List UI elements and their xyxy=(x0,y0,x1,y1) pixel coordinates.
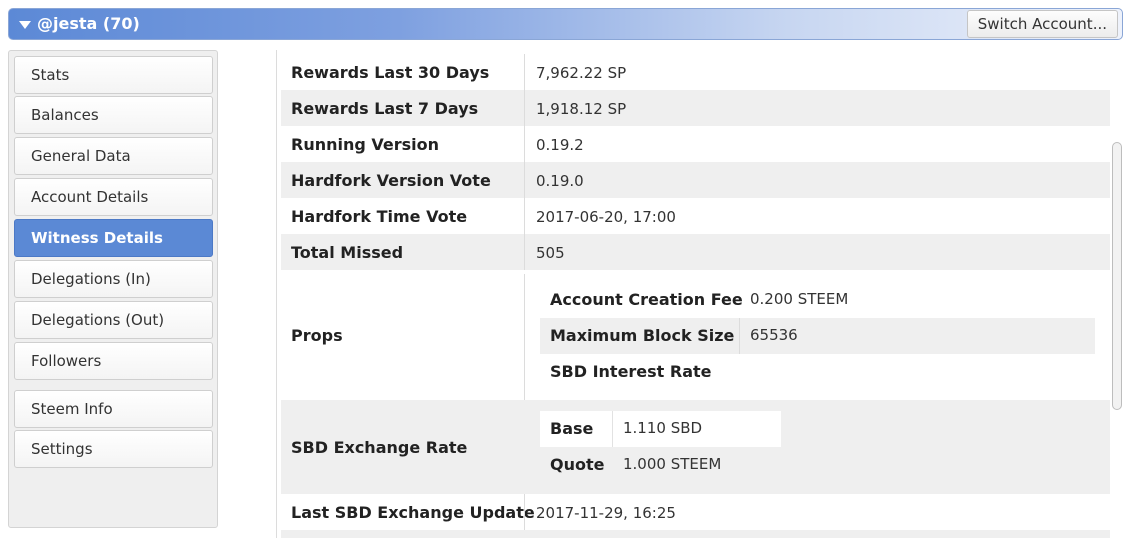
sbd-key: Quote xyxy=(550,455,605,474)
account-name[interactable]: @jesta (70) xyxy=(37,14,140,33)
row-value: 505 xyxy=(536,244,565,262)
row-value: 0.19.0 xyxy=(536,172,584,190)
sidebar-item-delegations-in[interactable]: Delegations (In) xyxy=(14,260,213,298)
sidebar-nav: Stats Balances General Data Account Deta… xyxy=(8,50,218,528)
table-row: Rewards Last 7 Days 1,918.12 SP xyxy=(281,90,1110,126)
row-label: Last SBD Exchange Update xyxy=(291,503,535,522)
row-value: 0.19.2 xyxy=(536,136,584,154)
sidebar-item-balances[interactable]: Balances xyxy=(14,96,213,134)
props-row: Props Account Creation Fee 0.200 STEEM M… xyxy=(281,274,1110,400)
sidebar-item-settings[interactable]: Settings xyxy=(14,430,213,468)
table-row xyxy=(281,530,1110,538)
props-value: 65536 xyxy=(750,326,798,344)
row-value: 2017-11-29, 16:25 xyxy=(536,504,676,522)
sbd-exchange-row: SBD Exchange Rate Base 1.110 SBD Quote 1… xyxy=(281,400,1110,494)
row-label: Total Missed xyxy=(291,243,404,262)
row-value: 1,918.12 SP xyxy=(536,100,627,118)
props-key: Maximum Block Size xyxy=(550,326,735,345)
sidebar-item-followers[interactable]: Followers xyxy=(14,342,213,380)
scrollbar-thumb[interactable] xyxy=(1112,142,1122,410)
row-label: Rewards Last 7 Days xyxy=(291,99,479,118)
caret-down-icon[interactable] xyxy=(19,21,31,29)
sidebar-item-stats[interactable]: Stats xyxy=(14,56,213,94)
sbd-value: 1.000 STEEM xyxy=(623,455,722,473)
sbd-exchange-item: Base 1.110 SBD xyxy=(540,411,781,447)
row-label: Running Version xyxy=(291,135,440,154)
sidebar-item-account-details[interactable]: Account Details xyxy=(14,178,213,216)
props-item: SBD Interest Rate xyxy=(540,354,1095,390)
sidebar-item-steem-info[interactable]: Steem Info xyxy=(14,390,213,428)
account-header: @jesta (70) Switch Account... xyxy=(8,8,1123,40)
props-label: Props xyxy=(291,326,343,345)
table-row: Last SBD Exchange Update 2017-11-29, 16:… xyxy=(281,494,1110,530)
sbd-exchange-item: Quote 1.000 STEEM xyxy=(540,447,781,483)
table-row: Hardfork Time Vote 2017-06-20, 17:00 xyxy=(281,198,1110,234)
panel-divider xyxy=(276,50,277,538)
row-label: Rewards Last 30 Days xyxy=(291,63,490,82)
sidebar-item-general-data[interactable]: General Data xyxy=(14,137,213,175)
sbd-exchange-table: Base 1.110 SBD Quote 1.000 STEEM xyxy=(540,411,781,483)
props-item: Account Creation Fee 0.200 STEEM xyxy=(540,282,1095,318)
row-label: Hardfork Version Vote xyxy=(291,171,491,190)
props-item: Maximum Block Size 65536 xyxy=(540,318,1095,354)
row-value: 2017-06-20, 17:00 xyxy=(536,208,676,226)
witness-details-table: Rewards Last 30 Days 7,962.22 SP Rewards… xyxy=(281,50,1110,538)
row-label: Hardfork Time Vote xyxy=(291,207,468,226)
props-key: SBD Interest Rate xyxy=(550,362,712,381)
sbd-key: Base xyxy=(550,419,594,438)
table-row: Rewards Last 30 Days 7,962.22 SP xyxy=(281,54,1110,90)
props-value: 0.200 STEEM xyxy=(750,290,849,308)
table-row: Hardfork Version Vote 0.19.0 xyxy=(281,162,1110,198)
props-key: Account Creation Fee xyxy=(550,290,743,309)
sidebar-item-delegations-out[interactable]: Delegations (Out) xyxy=(14,301,213,339)
table-row: Total Missed 505 xyxy=(281,234,1110,270)
sbd-value: 1.110 SBD xyxy=(623,419,703,437)
row-value: 7,962.22 SP xyxy=(536,64,627,82)
sbd-exchange-label: SBD Exchange Rate xyxy=(291,438,468,457)
sidebar-item-witness-details[interactable]: Witness Details xyxy=(14,219,213,257)
table-row: Running Version 0.19.2 xyxy=(281,126,1110,162)
switch-account-button[interactable]: Switch Account... xyxy=(966,10,1118,38)
